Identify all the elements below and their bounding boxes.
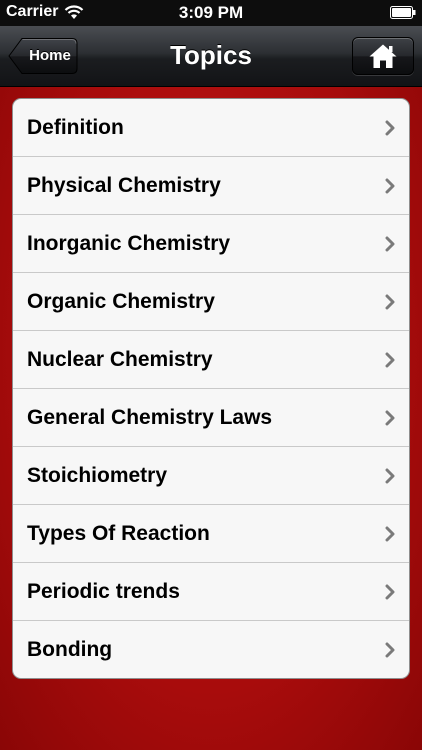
topic-row[interactable]: Organic Chemistry (13, 273, 409, 331)
chevron-right-icon (385, 294, 395, 310)
topic-label: Nuclear Chemistry (27, 348, 213, 371)
topic-label: Types Of Reaction (27, 522, 210, 545)
topic-row[interactable]: Nuclear Chemistry (13, 331, 409, 389)
home-button[interactable] (352, 37, 414, 75)
chevron-right-icon (385, 410, 395, 426)
chevron-right-icon (385, 642, 395, 658)
topic-label: Definition (27, 116, 124, 139)
topic-label: Inorganic Chemistry (27, 232, 231, 255)
topic-label: Periodic trends (27, 580, 180, 603)
content-area: Definition Physical Chemistry Inorganic Ch… (0, 87, 422, 750)
topic-row[interactable]: General Chemistry Laws (13, 389, 409, 447)
topics-list: Definition Physical Chemistry Inorganic Ch… (12, 98, 410, 679)
chevron-right-icon (385, 468, 395, 484)
topic-row[interactable]: Physical Chemistry (13, 157, 409, 215)
topic-row[interactable]: Bonding (13, 621, 409, 678)
status-time: 3:09 PM (178, 3, 244, 22)
topic-label: Organic Chemistry (27, 290, 215, 313)
battery-icon (390, 6, 416, 19)
topic-row[interactable]: Types Of Reaction (13, 505, 409, 563)
topic-row[interactable]: Inorganic Chemistry (13, 215, 409, 273)
chevron-right-icon (385, 236, 395, 252)
topic-row[interactable]: Definition (13, 99, 409, 157)
navigation-bar: Home Topics (0, 26, 422, 87)
status-bar: Carrier 3:09 PM (0, 0, 422, 26)
chevron-right-icon (385, 584, 395, 600)
chevron-right-icon (385, 526, 395, 542)
home-icon (369, 44, 397, 68)
topic-label: General Chemistry Laws (27, 406, 273, 429)
topic-row[interactable]: Periodic trends (13, 563, 409, 621)
topic-row[interactable]: Stoichiometry (13, 447, 409, 505)
chevron-right-icon (385, 120, 395, 136)
topic-label: Stoichiometry (27, 464, 168, 487)
topic-label: Physical Chemistry (27, 174, 221, 197)
chevron-right-icon (385, 352, 395, 368)
chevron-right-icon (385, 178, 395, 194)
topic-label: Bonding (27, 638, 113, 661)
